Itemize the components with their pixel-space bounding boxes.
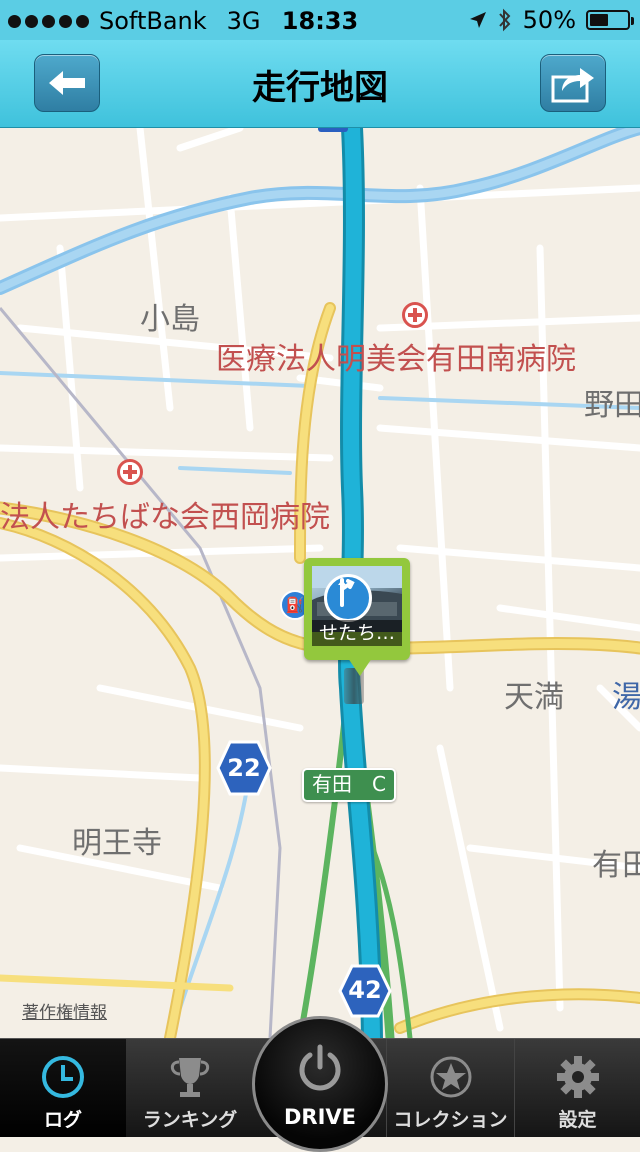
- place-label-noda: 野田: [584, 388, 640, 423]
- power-icon: [299, 1044, 341, 1091]
- location-arrow-icon: [469, 12, 486, 28]
- gear-icon: [556, 1056, 599, 1098]
- tab-collection-label: コレクション: [393, 1109, 508, 1131]
- photo-pin[interactable]: せたち…: [304, 558, 410, 676]
- place-label-yu: 湯: [612, 680, 640, 715]
- place-label-myooji: 明王寺: [72, 826, 162, 861]
- pin-caption: せたち…: [312, 620, 402, 646]
- route-number: 22: [227, 754, 261, 782]
- route-shield-22: 22: [216, 740, 272, 796]
- place-label-tenma: 天満: [504, 680, 564, 715]
- route-shield-42: 42: [338, 964, 392, 1018]
- trophy-icon: [170, 1058, 210, 1097]
- navigation-bar: 走行地図: [0, 40, 640, 128]
- route-number: 42: [348, 976, 382, 1004]
- share-arrow-icon: [551, 68, 594, 103]
- pin-tail: [348, 658, 372, 676]
- tab-log-label: ログ: [43, 1109, 82, 1131]
- drive-button[interactable]: DRIVE: [252, 1016, 388, 1152]
- tab-log[interactable]: ログ: [0, 1039, 126, 1137]
- hospital-label-nishioka: 法人たちばな会西岡病院: [0, 500, 330, 535]
- hospital-icon: [402, 302, 428, 328]
- tab-settings-label: 設定: [558, 1109, 597, 1131]
- drive-label: DRIVE: [283, 1105, 356, 1129]
- map-view[interactable]: 小島 野田 天満 湯 明王寺 有田 医療法人明美会有田南病院 法人たちばな会西岡…: [0, 128, 640, 1038]
- status-bar: SoftBank 3G 18:33 50%: [0, 0, 640, 40]
- hospital-label-arita-minami: 医療法人明美会有田南病院: [216, 342, 576, 377]
- star-badge-icon: [430, 1056, 471, 1098]
- share-button[interactable]: [540, 54, 606, 112]
- tab-ranking-label: ランキング: [142, 1109, 238, 1131]
- copyright-link[interactable]: 著作権情報: [22, 998, 107, 1023]
- tab-collection[interactable]: コレクション: [386, 1039, 514, 1137]
- interchange-sign: 有田 C: [302, 768, 396, 802]
- battery-percent: 50%: [522, 6, 576, 34]
- tab-ranking[interactable]: ランキング: [126, 1039, 254, 1137]
- battery-icon: [586, 10, 634, 30]
- bluetooth-icon: [498, 8, 511, 32]
- place-label-arita: 有田: [592, 848, 640, 883]
- junction-icon: [324, 574, 372, 622]
- place-label-kojima: 小島: [140, 302, 200, 337]
- tab-settings[interactable]: 設定: [514, 1039, 640, 1137]
- hospital-icon: [117, 459, 143, 485]
- clock-icon: [42, 1056, 84, 1098]
